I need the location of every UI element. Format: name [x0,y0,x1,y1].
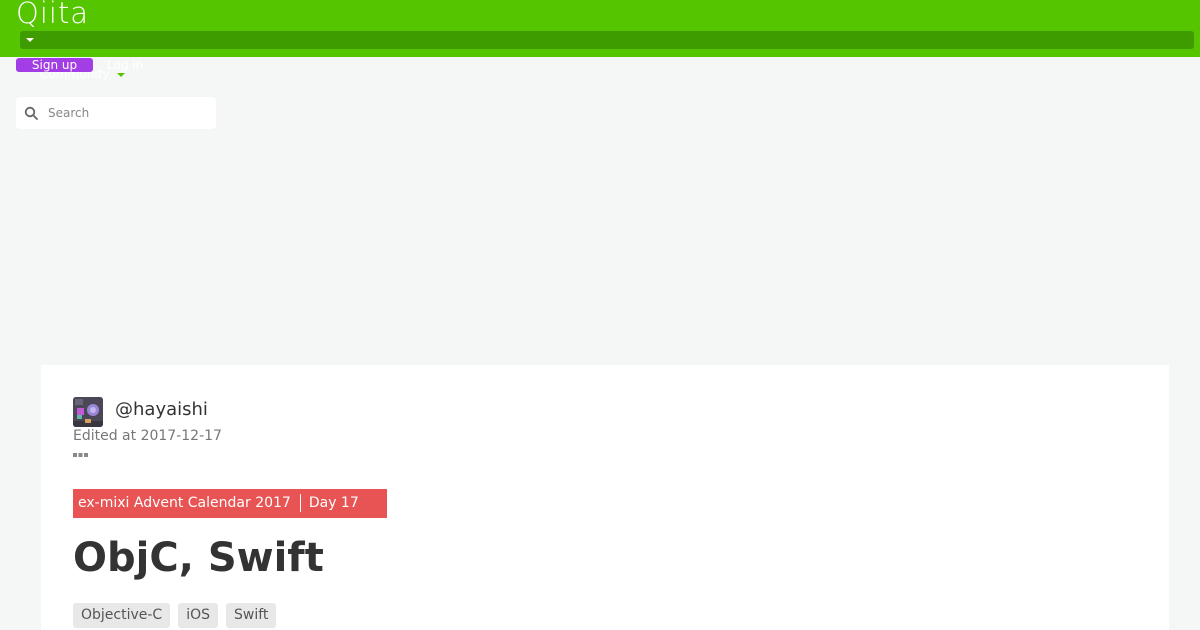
article-card: @hayaishi Edited at 2017-12-17 ex-mixi A… [41,365,1169,630]
advent-calendar-name: ex-mixi Advent Calendar 2017 [78,495,291,511]
tag-list: Objective-C iOS Swift [73,603,277,628]
global-header: Qiita [0,0,1200,57]
tag-ios[interactable]: iOS [178,603,219,628]
badge-divider [299,494,301,512]
author-username[interactable]: @hayaishi [115,399,208,420]
article-title: ObjC, Swift [73,535,324,581]
author-avatar[interactable] [73,397,103,427]
tag-objective-c[interactable]: Objective-C [73,603,171,628]
caret-down-icon [26,38,34,42]
advent-calendar-day: Day 17 [308,495,359,511]
search-icon [24,106,38,120]
header-menu-bar[interactable] [20,31,1194,49]
signup-button[interactable]: Sign up [16,58,93,72]
more-dots-icon[interactable] [73,452,89,458]
advent-calendar-badge[interactable]: ex-mixi Advent Calendar 2017 Day 17 [73,489,387,518]
search-box[interactable] [16,97,216,129]
qiita-logo[interactable]: Qiita [16,0,89,30]
tag-swift[interactable]: Swift [226,603,277,628]
caret-down-icon [117,73,125,77]
edited-date: Edited at 2017-12-17 [73,428,222,444]
search-input[interactable] [48,97,208,129]
login-link[interactable]: Log in [107,58,143,72]
